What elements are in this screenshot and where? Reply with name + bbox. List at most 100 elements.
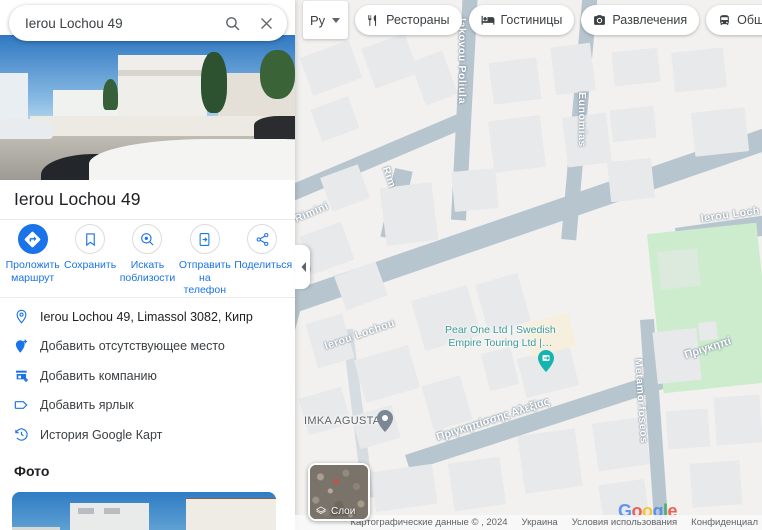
divider (0, 219, 295, 220)
add-place-icon-wrap (14, 339, 40, 354)
search-bar[interactable] (9, 5, 287, 41)
building (657, 248, 701, 290)
footer-privacy[interactable]: Конфиденциал (691, 517, 758, 528)
action-label-line1: Искать (130, 259, 165, 271)
photo-window (78, 507, 94, 514)
transit-icon (720, 14, 729, 25)
location-pin-icon-wrap (14, 309, 40, 324)
building (591, 416, 651, 472)
info-row-add-business[interactable]: Добавить компанию (0, 361, 295, 391)
building (665, 408, 711, 450)
chevron-down-icon (332, 17, 341, 23)
chip-label: Рестораны (386, 13, 450, 27)
info-row-maps-history[interactable]: История Google Карт (0, 420, 295, 450)
action-label: Отправить на телефон (177, 259, 233, 297)
action-label-line1: Поделиться (234, 259, 293, 271)
add-business-icon-wrap (14, 368, 40, 384)
directions-icon-circle (17, 224, 48, 254)
info-row-add-missing-place[interactable]: Добавить отсутствующее место (0, 332, 295, 362)
language-label: Ру (310, 12, 326, 28)
chip-label: Гостиницы (500, 13, 563, 27)
building (690, 107, 750, 157)
photo-thumbnail[interactable] (12, 492, 276, 530)
search-button[interactable] (215, 6, 249, 40)
footer-country[interactable]: Украина (522, 517, 558, 528)
action-label-line1: Отправить (178, 259, 231, 271)
chip-entertainment[interactable]: Развлечения (581, 5, 700, 35)
action-search-nearby[interactable]: Искать поблизости (119, 224, 175, 284)
park-building (652, 327, 702, 385)
action-share[interactable]: Поделиться (234, 224, 293, 272)
entertainment-icon (594, 14, 606, 25)
building (488, 57, 542, 105)
action-label: Искать поблизости (119, 259, 176, 284)
place-info-list: Ierou Lochou 49, Limassol 3082, Кипр Доб… (0, 302, 295, 450)
chip-hotels[interactable]: Гостиницы (468, 5, 575, 35)
search-input[interactable] (9, 15, 215, 31)
history-icon-wrap (14, 427, 40, 442)
info-row-address[interactable]: Ierou Lochou 49, Limassol 3082, Кипр (0, 302, 295, 332)
building (562, 112, 612, 168)
hero-building-band (118, 69, 207, 76)
action-label: Проложить маршрут (5, 259, 61, 284)
building (671, 47, 727, 93)
info-row-text: История Google Карт (40, 427, 163, 442)
info-row-text: Добавить компанию (40, 368, 157, 383)
info-row-add-label[interactable]: Добавить ярлык (0, 391, 295, 421)
directions-icon (24, 231, 41, 247)
building (713, 394, 762, 446)
building (607, 157, 655, 203)
poi-pin-imka-agusta[interactable] (377, 410, 393, 432)
bookmark-icon-circle (75, 224, 106, 254)
label-icon-wrap (14, 397, 40, 413)
action-label-line2: маршрут (11, 271, 55, 284)
map-canvas[interactable]: Rimini Rim Iakovou Poliula Eunomias Iero… (295, 0, 762, 530)
nearby-search-icon-circle (132, 224, 163, 254)
add-business-icon (16, 370, 28, 382)
share-icon-circle (247, 224, 278, 254)
hero-tree (259, 49, 295, 99)
building (488, 115, 546, 173)
hero-car (253, 116, 295, 141)
chip-transit[interactable]: Общ. транспорт (706, 5, 762, 35)
footer-terms[interactable]: Условия использования (572, 517, 677, 528)
hero-building (118, 55, 207, 125)
close-icon (260, 17, 272, 29)
clear-search-button[interactable] (249, 6, 283, 40)
action-label-line1: Сохранить (63, 259, 117, 271)
photos-heading: Фото (14, 463, 50, 479)
chip-label: Общ. транспорт (737, 13, 762, 27)
layers-label-wrap: Слои (310, 505, 368, 517)
layers-icon (316, 506, 326, 514)
place-details-panel: Ierou Lochou 49 Проложить маршрут (0, 0, 295, 530)
action-label: Поделиться (234, 259, 293, 272)
action-label: Сохранить (62, 259, 118, 272)
place-title: Ierou Lochou 49 (0, 180, 295, 219)
send-to-phone-icon (199, 232, 210, 246)
send-to-phone-icon-circle (189, 224, 220, 254)
layers-button[interactable]: Слои (308, 463, 370, 521)
building (609, 105, 657, 143)
action-save[interactable]: Сохранить (62, 224, 118, 272)
hero-building (0, 72, 28, 125)
google-maps-app: Rimini Rim Iakovou Poliula Eunomias Iero… (0, 0, 762, 530)
poi-pin-pear-one[interactable] (538, 350, 554, 372)
collapse-panel-button[interactable] (295, 245, 310, 289)
action-label-line1: Проложить (5, 259, 60, 271)
chip-restaurants[interactable]: Рестораны (355, 5, 462, 35)
share-icon (256, 232, 269, 246)
action-label-line2: поблизости (119, 271, 176, 284)
restaurant-icon (368, 14, 377, 26)
hero-tree (200, 52, 228, 114)
layers-label: Слои (331, 505, 356, 517)
street-view-hero-image[interactable] (0, 35, 295, 180)
building (370, 463, 438, 513)
building (611, 47, 661, 87)
building (447, 456, 507, 512)
history-icon (15, 428, 28, 441)
action-directions[interactable]: Проложить маршрут (5, 224, 61, 284)
action-send-to-phone[interactable]: Отправить на телефон (177, 224, 233, 297)
language-selector[interactable]: Ру (303, 1, 349, 39)
footer-map-data: Картографические данные © , 2024 (350, 517, 508, 528)
divider (0, 297, 295, 298)
